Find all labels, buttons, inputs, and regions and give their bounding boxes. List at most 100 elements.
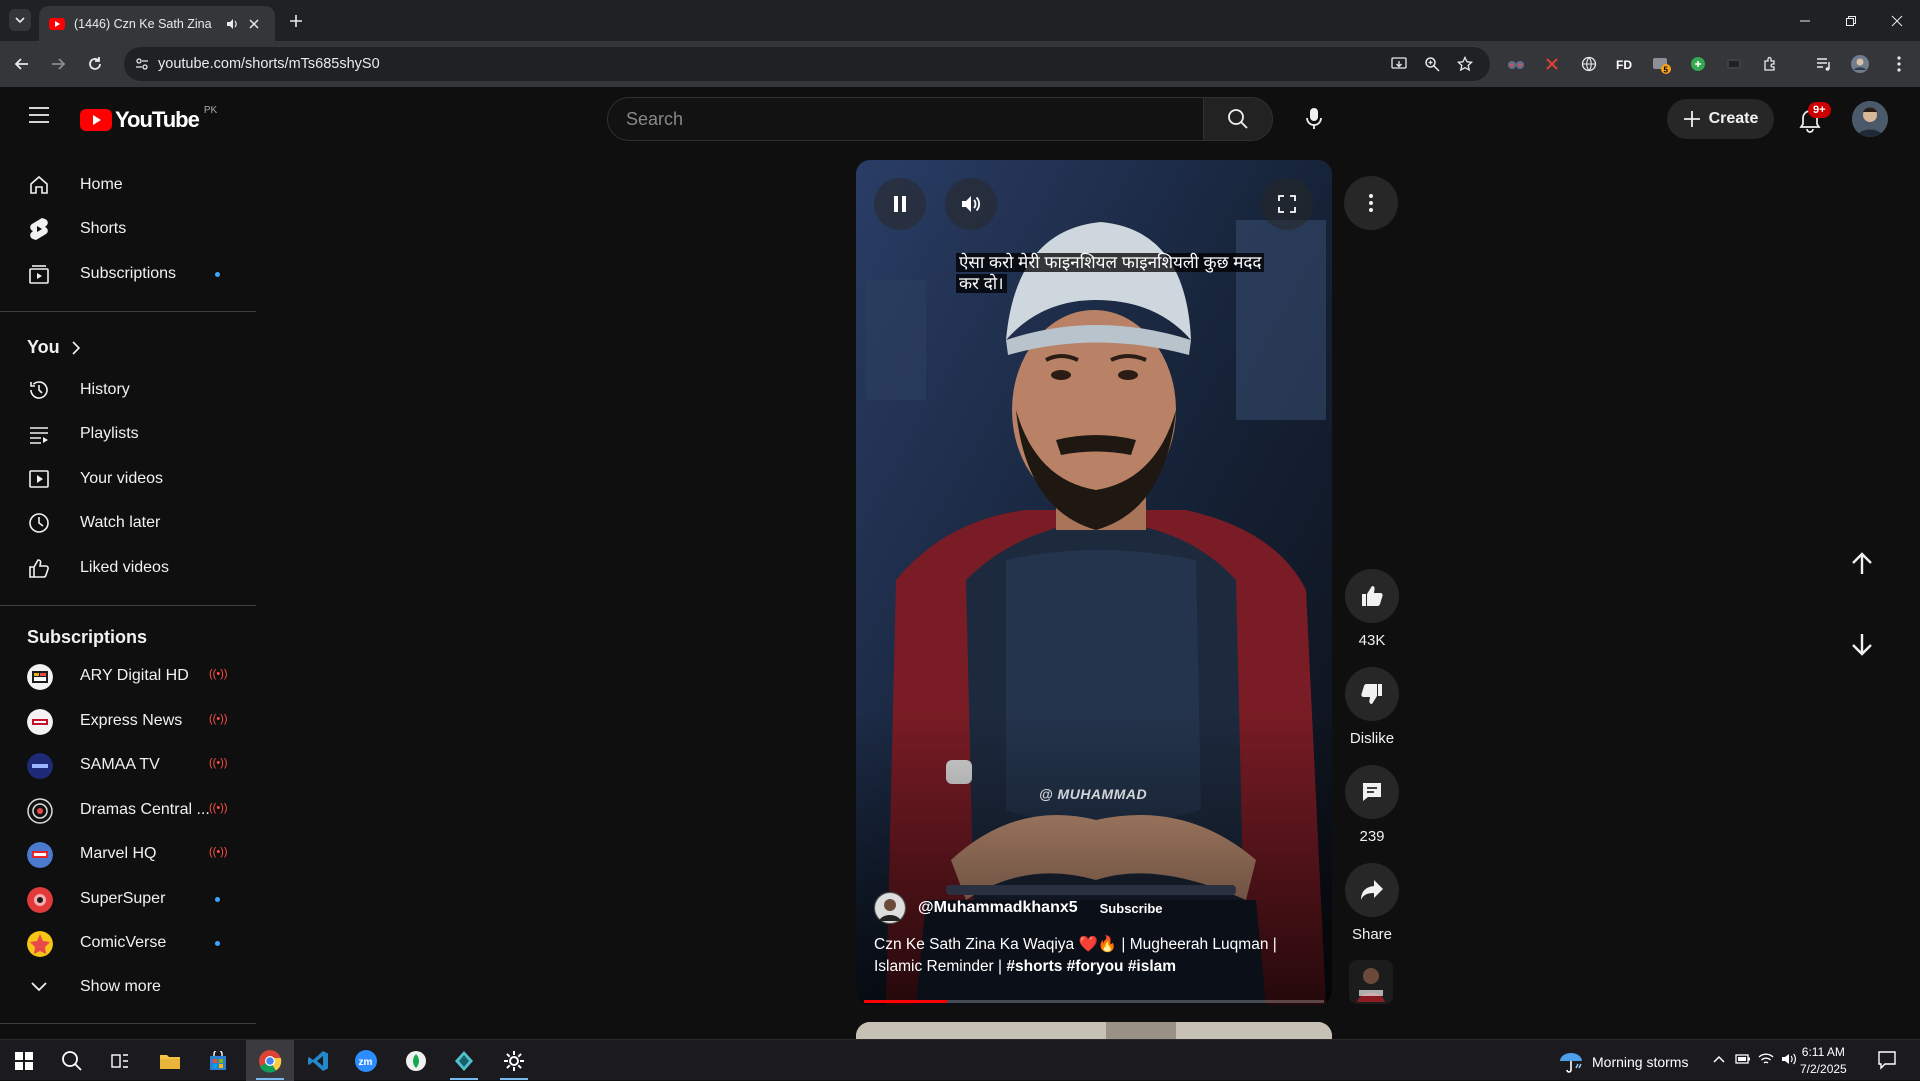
sidebar-item-marvel-hq[interactable]: Marvel HQ ((•)) <box>12 834 244 874</box>
notification-center-button[interactable] <box>1877 1050 1897 1070</box>
voice-search-button[interactable] <box>1292 97 1336 141</box>
sidebar-item-your-videos[interactable]: Your videos <box>12 459 244 499</box>
comicverse-avatar <box>27 931 53 957</box>
plus-icon <box>1683 111 1700 127</box>
zoom-app-button[interactable]: zm <box>342 1040 390 1081</box>
create-button[interactable]: Create <box>1667 99 1774 139</box>
chrome-icon <box>259 1049 282 1073</box>
extension-4[interactable]: FD <box>1614 53 1636 75</box>
store-button[interactable] <box>194 1040 242 1081</box>
more-actions-button[interactable] <box>1344 176 1398 230</box>
zoom-icon[interactable] <box>1424 56 1440 72</box>
volume-tray-button[interactable] <box>1781 1052 1797 1066</box>
sidebar-item-ary-digital[interactable]: ARY Digital HD ((•)) <box>12 656 244 696</box>
sidebar-item-subscriptions[interactable]: Subscriptions <box>12 254 244 294</box>
tab-audio-icon[interactable] <box>225 17 239 31</box>
search-button[interactable] <box>1203 97 1273 141</box>
red-x-extension-icon <box>1546 58 1558 70</box>
start-button[interactable] <box>0 1040 48 1081</box>
share-button[interactable] <box>1345 863 1399 917</box>
app-button-diamond[interactable] <box>440 1040 488 1081</box>
next-short-button[interactable] <box>1840 622 1884 666</box>
weather-widget[interactable]: Morning storms <box>1558 1051 1688 1073</box>
tab-search-button[interactable] <box>9 9 31 31</box>
kebab-menu-icon <box>1369 194 1373 212</box>
like-button[interactable] <box>1345 569 1399 623</box>
show-hidden-icons-button[interactable] <box>1712 1052 1726 1066</box>
volume-button[interactable] <box>945 178 997 230</box>
extensions-button[interactable] <box>1759 53 1781 75</box>
windows-taskbar: zm Morning storms 6:11 AM 7/2/2025 <box>0 1039 1920 1081</box>
forward-button[interactable] <box>47 53 69 75</box>
file-explorer-button[interactable] <box>146 1040 194 1081</box>
pause-button[interactable] <box>874 178 926 230</box>
install-app-icon[interactable] <box>1391 56 1407 72</box>
dark-extension-icon <box>1727 59 1741 69</box>
video-progress-bar[interactable] <box>864 1000 1324 1003</box>
sidebar-item-history[interactable]: History <box>12 370 244 410</box>
account-avatar[interactable] <box>1852 101 1888 137</box>
guide-menu-button[interactable] <box>28 106 52 130</box>
sidebar-you-link[interactable]: You <box>27 337 80 358</box>
search-input[interactable] <box>626 109 1186 130</box>
minimize-button[interactable] <box>1794 10 1816 32</box>
profile-button[interactable] <box>1849 53 1871 75</box>
video-hashtags[interactable]: #shorts #foryou #islam <box>1006 958 1176 975</box>
previous-short-button[interactable] <box>1840 542 1884 586</box>
task-view-button[interactable] <box>96 1040 144 1081</box>
search-box[interactable] <box>607 97 1204 141</box>
extension-7[interactable] <box>1723 53 1745 75</box>
taskbar-search-button[interactable] <box>48 1040 96 1081</box>
sidebar-item-playlists[interactable]: Playlists <box>12 414 244 454</box>
taskbar-clock[interactable]: 6:11 AM 7/2/2025 <box>1800 1044 1847 1078</box>
extension-2[interactable] <box>1541 53 1563 75</box>
sidebar-item-samaa-tv[interactable]: SAMAA TV ((•)) <box>12 745 244 785</box>
sidebar-item-supersuper[interactable]: SuperSuper <box>12 879 244 919</box>
app-button-leaf[interactable] <box>392 1040 440 1081</box>
settings-button[interactable] <box>490 1040 538 1081</box>
comments-button[interactable] <box>1345 765 1399 819</box>
youtube-play-logo-icon <box>80 109 112 131</box>
browser-menu-button[interactable] <box>1888 53 1910 75</box>
new-tab-button[interactable] <box>285 10 307 32</box>
site-info-icon[interactable] <box>135 57 149 71</box>
sidebar-show-more[interactable]: Show more <box>12 967 244 1007</box>
sidebar-item-dramas-central[interactable]: Dramas Central ... ((•)) <box>12 790 244 830</box>
thumbs-up-icon <box>1362 586 1383 606</box>
plus-icon <box>290 15 302 27</box>
network-tray-button[interactable] <box>1758 1052 1774 1066</box>
fullscreen-button[interactable] <box>1261 178 1313 230</box>
youtube-logo[interactable]: YouTube PK <box>80 105 217 133</box>
chrome-taskbar-button[interactable] <box>246 1040 294 1081</box>
video-title[interactable]: Czn Ke Sath Zina Ka Waqiya ❤️🔥 | Mugheer… <box>874 934 1294 978</box>
extension-6[interactable] <box>1687 53 1709 75</box>
sidebar-item-liked-videos[interactable]: Liked videos <box>12 548 244 588</box>
zoom-app-icon: zm <box>355 1049 377 1072</box>
sidebar-item-express-news[interactable]: Express News ((•)) <box>12 701 244 741</box>
extension-1[interactable] <box>1505 53 1527 75</box>
browser-tab[interactable]: (1446) Czn Ke Sath Zina Ka <box>39 6 275 41</box>
sidebar-item-comicverse[interactable]: ComicVerse <box>12 923 244 963</box>
original-sound-button[interactable] <box>1349 960 1393 1004</box>
reload-button[interactable] <box>84 53 106 75</box>
tab-close-icon[interactable] <box>248 18 260 30</box>
vscode-button[interactable] <box>294 1040 342 1081</box>
bookmark-star-icon[interactable] <box>1457 56 1473 72</box>
extension-5[interactable]: 5 <box>1651 53 1673 75</box>
shorts-video-player[interactable]: ऐसा करो मेरी फाइनशियल फाइनशियली कुछ मदद … <box>856 160 1332 1005</box>
back-button[interactable] <box>11 53 33 75</box>
subscribe-button[interactable]: Subscribe <box>1090 896 1173 921</box>
media-controls-button[interactable] <box>1813 53 1835 75</box>
sidebar-item-shorts[interactable]: Shorts <box>12 209 244 249</box>
dislike-button[interactable] <box>1345 667 1399 721</box>
close-window-button[interactable] <box>1886 10 1908 32</box>
restore-button[interactable] <box>1840 10 1862 32</box>
channel-handle-link[interactable]: @Muhammadkhanx5 <box>918 899 1078 917</box>
extension-3[interactable] <box>1578 53 1600 75</box>
channel-avatar[interactable] <box>874 892 906 924</box>
sidebar-item-home[interactable]: Home <box>12 165 244 205</box>
sidebar-item-watch-later[interactable]: Watch later <box>12 503 244 543</box>
address-bar[interactable]: youtube.com/shorts/mTs685shyS0 <box>124 47 1490 81</box>
battery-tray-icon-button[interactable] <box>1735 1052 1751 1066</box>
live-indicator-icon: ((•)) <box>209 846 228 858</box>
